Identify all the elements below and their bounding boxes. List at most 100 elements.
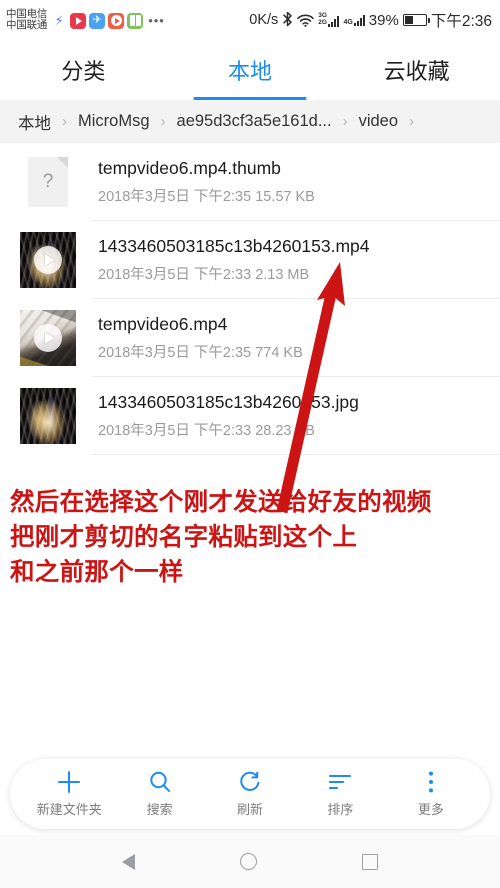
table-row[interactable]: 1433460503185c13b4260153.jpg 2018年3月5日 下… xyxy=(0,377,500,455)
network-speed-label: 0K/s xyxy=(249,12,279,28)
annotation-line-2: 把刚才剪切的名字粘贴到这个上 xyxy=(10,523,358,551)
bolt-icon: ⚡ xyxy=(54,13,64,28)
file-name: 1433460503185c13b4260153.jpg xyxy=(98,391,359,412)
recents-square-icon[interactable] xyxy=(361,853,378,870)
table-row[interactable]: ? tempvideo6.mp4.thumb 2018年3月5日 下午2:35 … xyxy=(0,143,500,221)
file-date: 2018年3月5日 xyxy=(98,423,190,440)
file-meta: 1433460503185c13b4260153.jpg 2018年3月5日 下… xyxy=(98,392,359,441)
more-label: 更多 xyxy=(417,802,444,817)
table-row[interactable]: 1433460503185c13b4260153.mp4 2018年3月5日 下… xyxy=(0,221,500,299)
file-time: 下午2:33 xyxy=(193,423,252,440)
file-name: 1433460503185c13b4260153.mp4 xyxy=(98,235,370,256)
file-time: 下午2:35 xyxy=(193,345,252,362)
phone-screen: 中国电信 中国联通 ⚡ ✈ ••• 0K/s 3G 2G 4G 39% 下午2:… xyxy=(0,0,500,888)
breadcrumb-item-local[interactable]: 本地 xyxy=(18,110,51,134)
file-subtitle: 2018年3月5日 下午2:33 28.23 KB xyxy=(98,419,359,440)
status-bar-right: 0K/s 3G 2G 4G 39% 下午2:36 xyxy=(249,9,492,31)
file-subtitle: 2018年3月5日 下午2:35 774 KB xyxy=(98,341,303,362)
signal-3g-2g-icon: 3G 2G xyxy=(318,12,340,27)
notes-app-icon xyxy=(127,12,144,29)
tab-local[interactable]: 本地 xyxy=(167,40,334,100)
file-meta: 1433460503185c13b4260153.mp4 2018年3月5日 下… xyxy=(98,236,370,285)
refresh-button[interactable]: 刷新 xyxy=(205,770,295,818)
sort-button[interactable]: 排序 xyxy=(295,770,385,818)
clock-label: 下午2:36 xyxy=(430,13,492,30)
tab-bar: 分类 本地 云收藏 xyxy=(0,40,500,100)
watermark xyxy=(491,872,494,882)
back-triangle-icon[interactable] xyxy=(122,853,136,870)
file-date: 2018年3月5日 xyxy=(98,189,190,206)
tab-categories[interactable]: 分类 xyxy=(0,40,167,100)
plus-icon xyxy=(56,770,82,794)
ellipsis-icon: ••• xyxy=(148,13,165,28)
chevron-right-icon: › xyxy=(160,113,166,130)
search-label: 搜索 xyxy=(146,802,173,817)
tab-cloud-favorites[interactable]: 云收藏 xyxy=(333,40,500,100)
breadcrumb-item-hash[interactable]: ae95d3cf3a5e161d... xyxy=(177,112,332,131)
sort-label: 排序 xyxy=(327,802,354,817)
file-date: 2018年3月5日 xyxy=(98,267,190,284)
file-subtitle: 2018年3月5日 下午2:35 15.57 KB xyxy=(98,185,315,206)
chevron-right-icon: › xyxy=(62,113,67,130)
annotation-line-3: 和之前那个一样 xyxy=(10,558,184,586)
file-meta: tempvideo6.mp4.thumb 2018年3月5日 下午2:35 15… xyxy=(98,158,315,207)
chevron-right-icon: › xyxy=(342,113,348,130)
bottom-toolbar-container: 新建文件夹 搜索 刷新 排序 更多 xyxy=(0,753,500,835)
unknown-file-icon: ? xyxy=(28,157,68,207)
table-row[interactable]: tempvideo6.mp4 2018年3月5日 下午2:35 774 KB xyxy=(0,299,500,377)
play-icon xyxy=(34,246,62,274)
home-circle-icon[interactable] xyxy=(239,853,257,870)
file-thumbnail: ? xyxy=(20,154,76,210)
fireworks-thumbnail-image xyxy=(20,388,76,444)
android-nav-bar xyxy=(0,835,500,888)
carrier-names: 中国电信 中国联通 xyxy=(6,8,48,32)
file-size: 774 KB xyxy=(255,345,303,362)
breadcrumb: 本地 › MicroMsg › ae95d3cf3a5e161d... › vi… xyxy=(0,100,500,143)
file-list: ? tempvideo6.mp4.thumb 2018年3月5日 下午2:35 … xyxy=(0,143,500,455)
refresh-icon xyxy=(238,770,262,794)
question-mark-glyph: ? xyxy=(42,171,54,192)
signal-4g-icon: 4G xyxy=(343,14,365,26)
chevron-right-icon: › xyxy=(409,113,415,130)
bluetooth-icon xyxy=(282,11,293,30)
telegram-icon: ✈ xyxy=(89,12,106,29)
battery-icon xyxy=(402,14,430,26)
search-icon xyxy=(148,770,172,794)
notification-icons: ⚡ ✈ ••• xyxy=(51,12,165,29)
player-app-icon xyxy=(108,12,125,29)
row-divider xyxy=(92,454,500,455)
signal-label-bottom: 2G xyxy=(318,19,327,26)
carrier-line-2: 中国联通 xyxy=(6,19,48,31)
file-subtitle: 2018年3月5日 下午2:33 2.13 MB xyxy=(98,263,370,284)
bottom-toolbar: 新建文件夹 搜索 刷新 排序 更多 xyxy=(10,759,490,829)
file-size: 15.57 KB xyxy=(255,189,315,206)
sort-icon xyxy=(327,770,353,794)
watermark-line-1 xyxy=(491,872,494,882)
file-thumbnail xyxy=(20,310,76,366)
search-button[interactable]: 搜索 xyxy=(114,770,204,818)
refresh-label: 刷新 xyxy=(237,802,264,817)
annotation-text: 然后在选择这个刚才发送给好友的视频 把刚才剪切的名字粘贴到这个上 和之前那个一样 xyxy=(10,486,432,590)
file-date: 2018年3月5日 xyxy=(98,345,190,362)
file-thumbnail xyxy=(20,232,76,288)
new-folder-button[interactable]: 新建文件夹 xyxy=(24,770,114,818)
file-size: 2.13 MB xyxy=(255,267,310,284)
status-bar: 中国电信 中国联通 ⚡ ✈ ••• 0K/s 3G 2G 4G 39% 下午2:… xyxy=(0,0,500,40)
wifi-icon xyxy=(297,14,315,27)
video-app-icon xyxy=(70,12,87,29)
file-time: 下午2:33 xyxy=(193,267,252,284)
file-name: tempvideo6.mp4.thumb xyxy=(98,157,281,178)
file-size: 28.23 KB xyxy=(255,423,315,440)
file-meta: tempvideo6.mp4 2018年3月5日 下午2:35 774 KB xyxy=(98,314,303,363)
battery-percent-label: 39% xyxy=(368,11,399,29)
breadcrumb-item-video[interactable]: video xyxy=(359,112,398,131)
more-vertical-icon xyxy=(427,770,435,794)
file-thumbnail xyxy=(20,388,76,444)
more-button[interactable]: 更多 xyxy=(386,770,476,818)
annotation-line-1: 然后在选择这个刚才发送给好友的视频 xyxy=(10,489,432,516)
new-folder-label: 新建文件夹 xyxy=(36,802,102,817)
signal-4g-label: 4G xyxy=(343,18,353,26)
file-time: 下午2:35 xyxy=(193,189,252,206)
breadcrumb-item-micromsg[interactable]: MicroMsg xyxy=(78,112,150,131)
file-name: tempvideo6.mp4 xyxy=(98,313,228,334)
